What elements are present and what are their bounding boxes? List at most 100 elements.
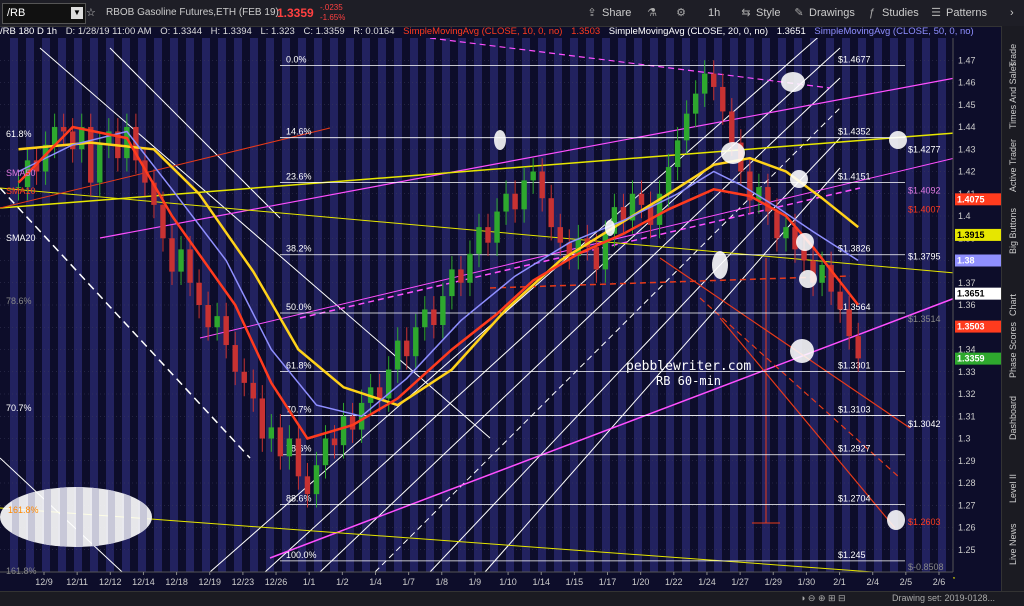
settings-icon: ⚙: [676, 7, 686, 19]
candle-body: [774, 211, 780, 239]
candle-body: [602, 233, 609, 270]
collapse-icon[interactable]: ›: [1010, 0, 1014, 26]
candle-body: [683, 113, 690, 141]
candle-body: [620, 207, 627, 221]
candle-body: [259, 398, 266, 439]
right-nav-label: Phase Scores: [1008, 322, 1018, 379]
right-nav-label: Chart: [1008, 293, 1018, 316]
price-tick-label: 1.27: [958, 500, 976, 510]
candle-body: [701, 73, 708, 94]
studies-flask-button[interactable]: ⚗: [646, 0, 662, 26]
candle-body: [223, 316, 229, 346]
price-badge-label: 1.38: [957, 256, 975, 266]
price-tick-label: 1.29: [958, 456, 976, 466]
time-tick-label: 1/17: [599, 577, 617, 587]
legend-close: C: 1.3359: [303, 26, 345, 37]
price-axis: 1.251.261.271.281.291.31.311.321.331.341…: [952, 38, 1002, 572]
right-nav-tab[interactable]: Phase Scores: [1002, 322, 1024, 399]
time-tick-label: 12/9: [35, 577, 53, 587]
time-tick-label: 1/22: [665, 577, 683, 587]
candle-body: [521, 180, 527, 210]
candle-body: [340, 416, 347, 446]
time-tick-label: 1/24: [698, 577, 716, 587]
patterns-icon: ☰: [931, 7, 941, 19]
share-button[interactable]: ⇪ Share: [586, 0, 631, 26]
candle-body: [665, 167, 672, 194]
striped-ellipse: [0, 487, 152, 547]
watermark-chart: RB 60-min: [656, 374, 721, 388]
star-icon[interactable]: ☆: [86, 0, 96, 26]
style-button[interactable]: ⇆ Style: [740, 0, 780, 26]
right-nav-tab[interactable]: Level II: [1002, 462, 1024, 524]
time-tick-label: 2/4: [866, 577, 879, 587]
style-label: Style: [756, 7, 781, 19]
settings-button[interactable]: ⚙: [675, 0, 691, 26]
time-tick-label: 1/29: [764, 577, 782, 587]
time-tick-label: 1/9: [469, 577, 482, 587]
legend-sma20-value: 1.3651: [776, 26, 806, 37]
candle-body: [413, 327, 419, 357]
interval-button[interactable]: 1h: [708, 0, 720, 26]
price-tick-label: 1.4: [958, 211, 971, 221]
fib-left-161b: 161.8%: [6, 566, 37, 576]
candle-body: [313, 465, 320, 495]
fib-level-price: $1.2704: [838, 493, 871, 503]
ellipse-stripe: [108, 487, 115, 547]
price-tick-label: 1.32: [958, 389, 976, 399]
price-badge-label: 1.3359: [957, 354, 985, 364]
time-axis: 12/9 12/11 12/12 12/14 12/18 12/19 12/23 12/26 1…: [0, 571, 953, 590]
candle-body: [458, 269, 464, 283]
symbol-dropdown-icon[interactable]: ▼: [71, 7, 83, 19]
price-badge-label: 1.4075: [957, 194, 985, 204]
time-tick-label: 1/27: [731, 577, 749, 587]
right-price-label: $-0.8508: [908, 562, 944, 572]
right-nav-tab[interactable]: Live News: [1002, 523, 1024, 586]
candle-body: [674, 140, 681, 168]
right-nav-tab[interactable]: Big Buttons: [1002, 208, 1024, 275]
time-tick-label: 1/7: [402, 577, 415, 587]
time-tick-label: 2/5: [900, 577, 913, 587]
fib-level-price: $1.245: [838, 550, 866, 560]
right-nav-tab[interactable]: Active Trader: [1002, 138, 1024, 212]
patterns-button[interactable]: ☰ Patterns: [930, 0, 987, 26]
highlight-marker: [796, 233, 814, 251]
price-tick-label: 1.44: [958, 122, 976, 132]
right-nav-label: Level II: [1008, 473, 1018, 503]
candle-body: [539, 171, 545, 199]
time-tick-label: 12/12: [99, 577, 122, 587]
status-icons[interactable]: ◑ ⊖ ⊕ ⊞ ⊟: [800, 593, 846, 604]
time-tick-label: 1/8: [436, 577, 449, 587]
sma10-tag: SMA10: [6, 186, 36, 196]
right-nav-label: Active Trader: [1008, 138, 1018, 192]
fib-level-label: 14.6%: [286, 127, 312, 137]
share-icon: ⇪: [587, 7, 597, 19]
candle-body: [485, 227, 491, 243]
ellipse-stripe: [76, 487, 83, 547]
right-price-label: $1.3795: [908, 252, 941, 262]
drawings-button[interactable]: ✎ Drawings: [793, 0, 854, 26]
candle-body: [97, 144, 103, 183]
price-tick-label: 1.31: [958, 411, 976, 421]
candle-body: [295, 438, 302, 477]
symbol-field[interactable]: /RB ▼: [2, 3, 86, 24]
price-tick-label: 1.47: [958, 55, 976, 65]
price-chart[interactable]: 0.0% $1.4677 14.6% $1.4352 23.6% $1.4151 38.2%…: [0, 38, 1002, 590]
candle-body: [476, 227, 482, 254]
fib-level-label: 0.0%: [286, 54, 307, 64]
time-tick-label: 12/23: [232, 577, 255, 587]
right-nav-tab[interactable]: Dashboard: [1002, 396, 1024, 461]
candle-body: [819, 264, 825, 283]
price-tick-label: 1.26: [958, 523, 976, 533]
price-tick-label: 1.33: [958, 367, 976, 377]
ellipse-stripe: [44, 487, 51, 547]
fib-level-label: 38.2%: [286, 244, 312, 254]
studies-icon: ƒ: [868, 7, 876, 19]
highlight-marker: [494, 130, 506, 150]
studies-button[interactable]: ƒ Studies: [866, 0, 919, 26]
right-price-label: $1.3514: [908, 314, 941, 324]
candle-body: [846, 309, 852, 337]
candle-body: [322, 438, 329, 466]
fib-level-price: $1.4677: [838, 54, 871, 64]
price-tick-label: 1.42: [958, 167, 976, 177]
candle-body: [277, 427, 284, 457]
